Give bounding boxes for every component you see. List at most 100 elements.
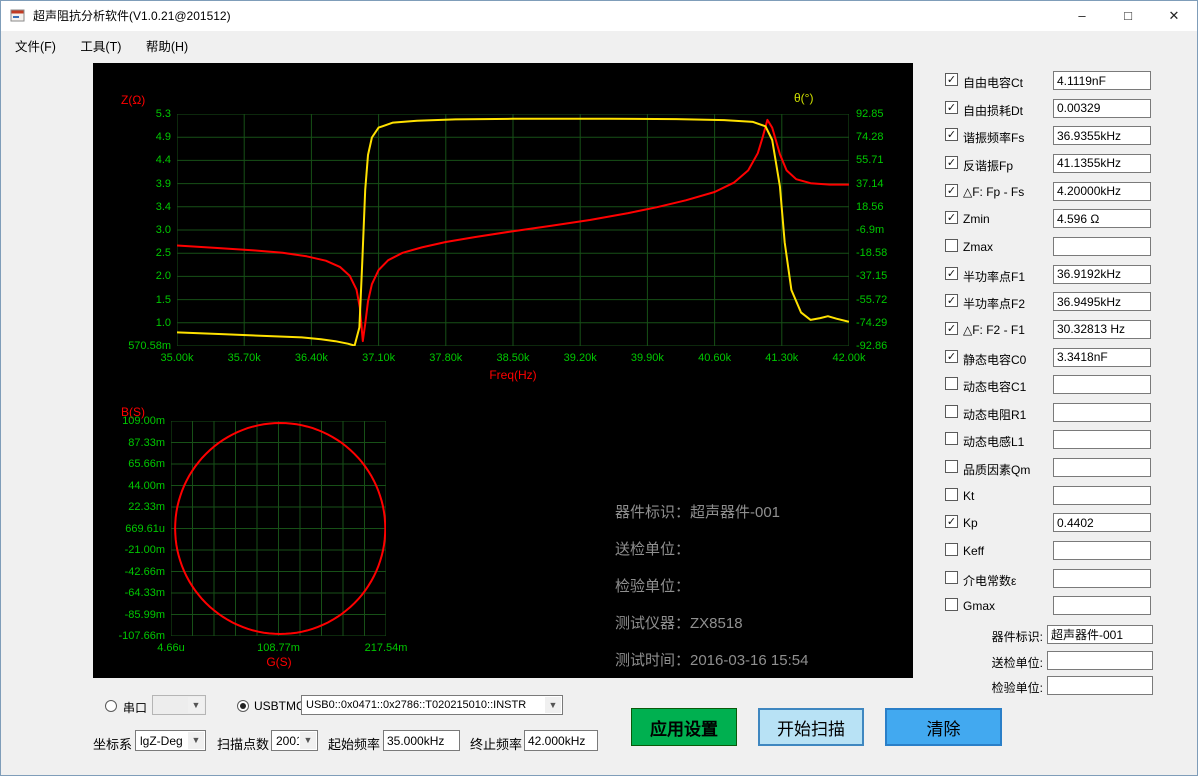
param-value-input[interactable] bbox=[1053, 348, 1151, 367]
close-button[interactable]: ✕ bbox=[1151, 1, 1197, 31]
param-value-input[interactable] bbox=[1053, 126, 1151, 145]
start-scan-button[interactable]: 开始扫描 bbox=[758, 708, 864, 746]
scan-points-select[interactable]: 2001 ▼ bbox=[271, 730, 318, 751]
param-value-input[interactable] bbox=[1053, 375, 1151, 394]
usb-address-select[interactable]: USB0::0x0471::0x2786::T020215010::INSTR … bbox=[301, 695, 563, 715]
freq-axis-tick: 42.00k bbox=[821, 352, 877, 364]
param-value-input[interactable] bbox=[1053, 541, 1151, 560]
param-label: 半功率点F1 bbox=[963, 268, 1025, 285]
stop-freq-label: 终止频率 bbox=[470, 734, 522, 753]
device-info-line: 送检单位： bbox=[615, 538, 690, 559]
z-axis-tick: 1.0 bbox=[95, 317, 171, 329]
param-checkbox[interactable]: ✓ bbox=[945, 156, 958, 169]
clear-button[interactable]: 清除 bbox=[885, 708, 1002, 746]
coord-system-label: 坐标系 bbox=[93, 734, 132, 753]
apply-settings-button[interactable]: 应用设置 bbox=[631, 708, 737, 746]
param-checkbox[interactable] bbox=[945, 377, 958, 390]
param-checkbox[interactable] bbox=[945, 488, 958, 501]
param-checkbox[interactable]: ✓ bbox=[945, 294, 958, 307]
param-checkbox[interactable] bbox=[945, 543, 958, 556]
param-checkbox[interactable] bbox=[945, 571, 958, 584]
theta-axis-tick: 55.71 bbox=[856, 154, 884, 166]
b-axis-tick: 87.33m bbox=[95, 437, 165, 449]
start-freq-input[interactable] bbox=[383, 730, 460, 751]
z-axis-tick: 5.3 bbox=[95, 108, 171, 120]
param-value-input[interactable] bbox=[1053, 209, 1151, 228]
app-window: { "window": { "title": "超声阻抗分析软件(V1.0.21… bbox=[0, 0, 1198, 776]
param-checkbox[interactable] bbox=[945, 598, 958, 611]
param-value-input[interactable] bbox=[1053, 154, 1151, 173]
param-value-input[interactable] bbox=[1053, 458, 1151, 477]
coord-system-value: lgZ-Deg bbox=[140, 734, 187, 748]
param-value-input[interactable] bbox=[1053, 182, 1151, 201]
param-checkbox[interactable]: ✓ bbox=[945, 128, 958, 141]
dropdown-arrow-icon: ▼ bbox=[300, 732, 316, 749]
param-label: 反谐振Fp bbox=[963, 157, 1013, 174]
device-field-input[interactable] bbox=[1047, 651, 1153, 670]
param-label: Zmin bbox=[963, 212, 990, 226]
param-checkbox[interactable]: ✓ bbox=[945, 267, 958, 280]
param-value-input[interactable] bbox=[1053, 596, 1151, 615]
device-field-label: 送检单位: bbox=[955, 654, 1043, 671]
param-value-input[interactable] bbox=[1053, 403, 1151, 422]
window-controls: – □ ✕ bbox=[1059, 1, 1197, 31]
minimize-button[interactable]: – bbox=[1059, 1, 1105, 31]
device-field-input[interactable] bbox=[1047, 625, 1153, 644]
start-freq-label: 起始频率 bbox=[328, 734, 380, 753]
maximize-button[interactable]: □ bbox=[1105, 1, 1151, 31]
param-checkbox[interactable] bbox=[945, 432, 958, 445]
param-checkbox[interactable]: ✓ bbox=[945, 184, 958, 197]
param-checkbox[interactable]: ✓ bbox=[945, 73, 958, 86]
freq-axis-tick: 39.20k bbox=[552, 352, 608, 364]
b-axis-tick: 22.33m bbox=[95, 501, 165, 513]
param-label: 半功率点F2 bbox=[963, 295, 1025, 312]
theta-axis-label: θ(°) bbox=[794, 91, 813, 105]
theta-axis-tick: -92.86 bbox=[856, 340, 887, 352]
usb-address-value: USB0::0x0471::0x2786::T020215010::INSTR bbox=[306, 699, 544, 711]
param-checkbox[interactable]: ✓ bbox=[945, 350, 958, 363]
serial-port-radio[interactable] bbox=[105, 700, 117, 712]
device-field-input[interactable] bbox=[1047, 676, 1153, 695]
param-checkbox[interactable] bbox=[945, 460, 958, 473]
serial-port-select[interactable]: ▼ bbox=[152, 695, 206, 715]
z-axis-tick: 2.5 bbox=[95, 247, 171, 259]
device-field-row: 送检单位: bbox=[941, 651, 1198, 673]
g-axis-tick: 108.77m bbox=[249, 642, 309, 654]
param-value-input[interactable] bbox=[1053, 292, 1151, 311]
stop-freq-input[interactable] bbox=[524, 730, 598, 751]
theta-axis-tick: -18.58 bbox=[856, 247, 887, 259]
param-value-input[interactable] bbox=[1053, 486, 1151, 505]
param-row-13: 动态电阻R1 bbox=[941, 403, 1198, 425]
param-value-input[interactable] bbox=[1053, 71, 1151, 90]
param-checkbox[interactable]: ✓ bbox=[945, 322, 958, 335]
param-value-input[interactable] bbox=[1053, 513, 1151, 532]
param-checkbox[interactable]: ✓ bbox=[945, 211, 958, 224]
param-value-input[interactable] bbox=[1053, 569, 1151, 588]
param-checkbox[interactable] bbox=[945, 239, 958, 252]
param-checkbox[interactable]: ✓ bbox=[945, 515, 958, 528]
param-checkbox[interactable]: ✓ bbox=[945, 101, 958, 114]
coord-system-select[interactable]: lgZ-Deg ▼ bbox=[135, 730, 206, 751]
window-title: 超声阻抗分析软件(V1.0.21@201512) bbox=[33, 1, 231, 31]
param-row-7: Zmax bbox=[941, 237, 1198, 259]
z-axis-tick: 3.0 bbox=[95, 224, 171, 236]
z-axis-tick: 570.58m bbox=[95, 340, 171, 352]
dropdown-arrow-icon: ▼ bbox=[188, 697, 204, 713]
param-row-17: ✓Kp bbox=[941, 513, 1198, 535]
param-checkbox[interactable] bbox=[945, 405, 958, 418]
param-label: 品质因素Qm bbox=[963, 461, 1030, 478]
param-value-input[interactable] bbox=[1053, 99, 1151, 118]
menu-file[interactable]: 文件(F) bbox=[5, 31, 66, 60]
menu-tools[interactable]: 工具(T) bbox=[70, 31, 131, 60]
param-row-15: 品质因素Qm bbox=[941, 458, 1198, 480]
param-value-input[interactable] bbox=[1053, 237, 1151, 256]
usbtmc-radio[interactable] bbox=[237, 700, 249, 712]
device-info-line: 器件标识：超声器件-001 bbox=[615, 501, 780, 522]
freq-axis-tick: 38.50k bbox=[485, 352, 541, 364]
param-value-input[interactable] bbox=[1053, 320, 1151, 339]
param-row-14: 动态电感L1 bbox=[941, 430, 1198, 452]
menu-help[interactable]: 帮助(H) bbox=[136, 31, 198, 60]
param-value-input[interactable] bbox=[1053, 265, 1151, 284]
b-axis-tick: 669.61u bbox=[95, 523, 165, 535]
param-value-input[interactable] bbox=[1053, 430, 1151, 449]
